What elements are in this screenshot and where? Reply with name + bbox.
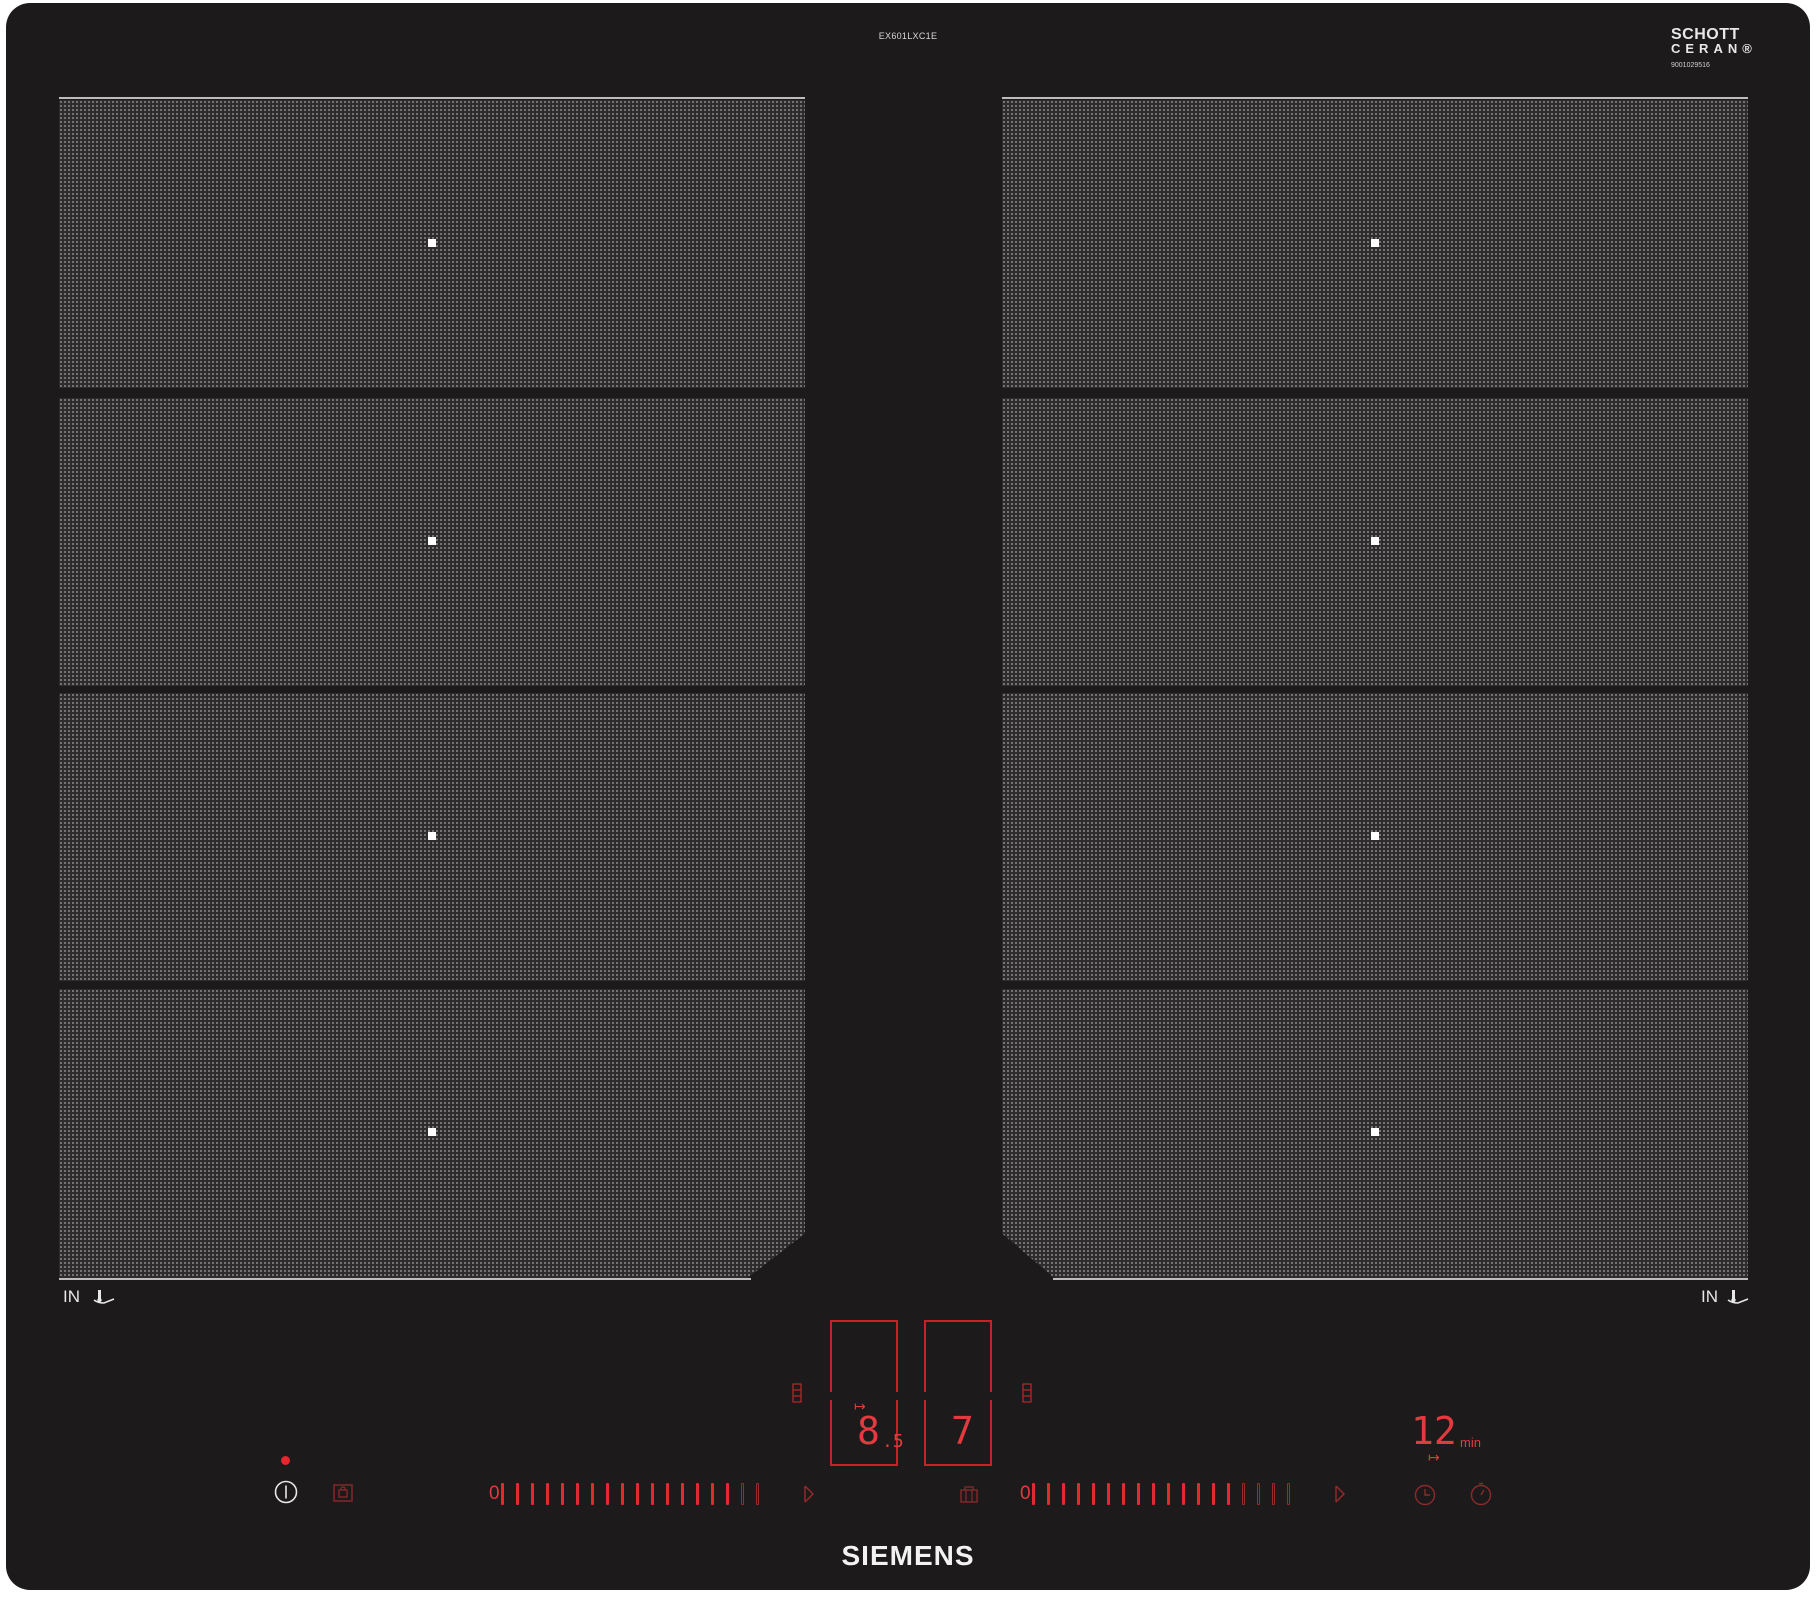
left-power-level: 8 bbox=[857, 1409, 880, 1453]
slider-bar-boost bbox=[1257, 1483, 1260, 1505]
zone-border-top bbox=[1002, 97, 1748, 99]
slider-bars bbox=[501, 1483, 771, 1505]
cooking-zone-right-1[interactable] bbox=[1002, 100, 1748, 388]
slider-bar bbox=[1212, 1483, 1215, 1505]
stopwatch-icon[interactable] bbox=[1469, 1481, 1493, 1507]
power-indicator-light bbox=[281, 1456, 290, 1465]
triangle-play-icon[interactable] bbox=[1334, 1484, 1346, 1504]
slider-zero-label: 0 bbox=[1020, 1483, 1031, 1504]
pan-icon bbox=[1727, 1290, 1749, 1304]
triangle-play-icon[interactable] bbox=[803, 1484, 815, 1504]
zone-center-marker bbox=[1371, 832, 1379, 840]
slider-bar bbox=[1077, 1483, 1080, 1505]
zone-border-top bbox=[59, 97, 805, 99]
clock-icon[interactable] bbox=[1413, 1483, 1437, 1507]
slider-bar bbox=[1182, 1483, 1185, 1505]
model-number: EX601LXC1E bbox=[878, 31, 938, 41]
zone-center-marker bbox=[428, 239, 436, 247]
slider-bar bbox=[501, 1483, 504, 1505]
cooking-zone-left-4[interactable] bbox=[59, 989, 805, 1278]
zone-center-marker bbox=[428, 537, 436, 545]
induction-label-left: IN bbox=[63, 1287, 80, 1306]
slider-bar bbox=[726, 1483, 729, 1505]
zone-center-marker bbox=[1371, 239, 1379, 247]
slider-bar bbox=[1047, 1483, 1050, 1505]
left-cooking-area bbox=[59, 97, 805, 1280]
slider-zero-label: 0 bbox=[489, 1483, 500, 1504]
slider-bar bbox=[711, 1483, 714, 1505]
zone-center-marker bbox=[428, 832, 436, 840]
slider-bar bbox=[531, 1483, 534, 1505]
slider-bar-boost bbox=[756, 1483, 759, 1505]
zone-center-marker bbox=[1371, 1128, 1379, 1136]
left-power-decimal: .5 bbox=[882, 1431, 904, 1452]
slider-bar bbox=[1167, 1483, 1170, 1505]
cooking-zone-right-2[interactable] bbox=[1002, 398, 1748, 686]
cooking-zone-left-1[interactable] bbox=[59, 100, 805, 388]
timer-value: 12 bbox=[1411, 1409, 1457, 1453]
slider-bar bbox=[576, 1483, 579, 1505]
cooking-zone-right-4[interactable] bbox=[1002, 989, 1748, 1278]
display-divider bbox=[924, 1392, 992, 1400]
timer-unit: min bbox=[1460, 1435, 1481, 1450]
zone-center-marker bbox=[1371, 537, 1379, 545]
zone-border-bottom bbox=[59, 1278, 751, 1280]
cooking-zone-left-2[interactable] bbox=[59, 398, 805, 686]
slider-bar bbox=[636, 1483, 639, 1505]
induction-label-right: IN bbox=[1701, 1287, 1718, 1306]
slider-bar bbox=[1092, 1483, 1095, 1505]
timer-arrow-icon: ↦ bbox=[1428, 1449, 1440, 1465]
cooking-zone-right-3[interactable] bbox=[1002, 693, 1748, 981]
left-power-slider[interactable]: 0 bbox=[489, 1481, 814, 1507]
logo-line1: SCHOTT bbox=[1671, 26, 1740, 43]
cooking-zone-left-3[interactable] bbox=[59, 693, 805, 981]
zone-center-marker bbox=[428, 1128, 436, 1136]
logo-line2: CERAN® bbox=[1671, 41, 1757, 56]
slider-bar bbox=[681, 1483, 684, 1505]
power-icon[interactable] bbox=[273, 1479, 299, 1505]
slider-bar bbox=[546, 1483, 549, 1505]
cooktop-glass: EX601LXC1E SCHOTT CERAN® 9001029516 IN I… bbox=[6, 3, 1810, 1590]
schott-ceran-logo: SCHOTT CERAN® 9001029516 bbox=[1671, 26, 1761, 70]
zone-indicator-icon bbox=[792, 1383, 802, 1403]
slider-bar-boost bbox=[1272, 1483, 1275, 1505]
slider-bar bbox=[1227, 1483, 1230, 1505]
pan-icon bbox=[93, 1290, 115, 1304]
slider-bar bbox=[591, 1483, 594, 1505]
slider-bar bbox=[696, 1483, 699, 1505]
slider-bar bbox=[606, 1483, 609, 1505]
slider-bar bbox=[1122, 1483, 1125, 1505]
right-power-slider[interactable]: 0 bbox=[1020, 1481, 1345, 1507]
slider-bar bbox=[1032, 1483, 1035, 1505]
slider-bar-boost bbox=[741, 1483, 744, 1505]
zone-indicator-icon bbox=[1022, 1383, 1032, 1403]
slider-bar bbox=[1107, 1483, 1110, 1505]
slider-bar bbox=[516, 1483, 519, 1505]
slider-bar-boost bbox=[1287, 1483, 1290, 1505]
part-number: 9001029516 bbox=[1671, 62, 1710, 69]
right-cooking-area bbox=[1002, 97, 1748, 1280]
slider-bar bbox=[1152, 1483, 1155, 1505]
brand-logo: SIEMENS bbox=[841, 1540, 975, 1571]
slider-bar bbox=[1062, 1483, 1065, 1505]
slider-bar bbox=[666, 1483, 669, 1505]
slider-bars bbox=[1032, 1483, 1302, 1505]
slider-bar bbox=[561, 1483, 564, 1505]
slider-bar bbox=[1197, 1483, 1200, 1505]
slider-bar bbox=[651, 1483, 654, 1505]
slider-bar bbox=[621, 1483, 624, 1505]
slider-bar-boost bbox=[1242, 1483, 1245, 1505]
zone-border-bottom bbox=[1053, 1278, 1748, 1280]
combine-zones-icon[interactable] bbox=[958, 1484, 980, 1506]
slider-bar bbox=[1137, 1483, 1140, 1505]
child-lock-icon[interactable] bbox=[331, 1481, 355, 1505]
right-power-level: 7 bbox=[951, 1409, 974, 1453]
